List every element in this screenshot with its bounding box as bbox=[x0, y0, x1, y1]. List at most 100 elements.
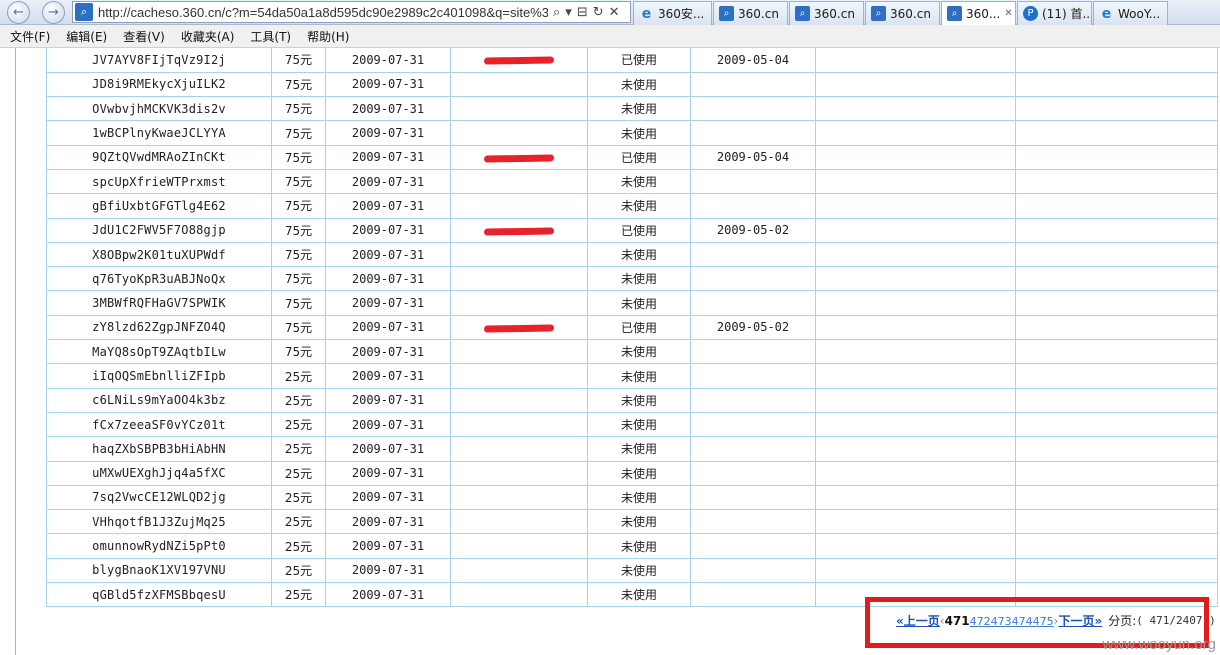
status-cell: 未使用 bbox=[587, 120, 691, 146]
status-cell: 未使用 bbox=[587, 484, 691, 511]
status-cell: 已使用 bbox=[587, 217, 691, 243]
coupon-code-cell: VHhqotfB1J3ZujMq25 bbox=[46, 509, 272, 535]
table-row: iIqOQSmEbnlliZFIpb 25元 2009-07-31 未使用 bbox=[46, 363, 1218, 389]
search-icon: ⌕ bbox=[719, 6, 734, 21]
browser-tab[interactable]: ⌕ 360.cn bbox=[789, 1, 864, 25]
coupon-code-cell: OVwbvjhMCKVK3dis2v bbox=[46, 96, 272, 122]
user-cell bbox=[450, 120, 588, 146]
price-cell: 25元 bbox=[271, 582, 326, 608]
coupon-code-cell: zY8lzd62ZgpJNFZO4Q bbox=[46, 314, 272, 341]
table-row: 3MBWfRQFHaGV7SPWIK 75元 2009-07-31 未使用 bbox=[46, 290, 1218, 316]
price-cell: 25元 bbox=[271, 387, 326, 413]
page-label: 分页: bbox=[1108, 614, 1137, 628]
price-cell: 75元 bbox=[271, 290, 326, 316]
price-cell: 25元 bbox=[271, 484, 326, 511]
page-link[interactable]: 473 bbox=[991, 615, 1012, 628]
empty-cell bbox=[815, 484, 1016, 511]
menu-bar: 文件(F) 编辑(E) 查看(V) 收藏夹(A) 工具(T) 帮助(H) bbox=[0, 25, 1220, 48]
used-date-cell bbox=[690, 582, 816, 608]
price-cell: 25元 bbox=[271, 436, 326, 462]
page-link[interactable]: 474 bbox=[1012, 615, 1033, 628]
browser-tab[interactable]: P (11) 首... bbox=[1017, 1, 1092, 25]
menu-item[interactable]: 编辑(E) bbox=[61, 28, 112, 45]
prev-page-link[interactable]: «上一页 bbox=[896, 612, 940, 629]
empty-cell bbox=[815, 168, 1016, 195]
tab-label: 360... bbox=[966, 6, 1001, 21]
coupon-code-cell: 1wBCPlnyKwaeJCLYYA bbox=[46, 120, 272, 146]
user-cell bbox=[450, 387, 588, 413]
tab-label: WooY... bbox=[1118, 6, 1161, 21]
coupon-code-cell: MaYQ8sOpT9ZAqtbILw bbox=[46, 339, 272, 365]
status-cell: 未使用 bbox=[587, 509, 691, 535]
expiry-date-cell: 2009-07-31 bbox=[325, 557, 451, 584]
coupon-code-cell: 9QZtQVwdMRAoZInCKt bbox=[46, 144, 272, 170]
table-row: JV7AYV8FIjTqVz9I2j 75元 2009-07-31 已使用 2009-0… bbox=[46, 48, 1218, 73]
empty-cell bbox=[1015, 314, 1218, 341]
page-link[interactable]: 472 bbox=[970, 615, 991, 628]
browser-tab[interactable]: ⌕ 360... ✕ bbox=[941, 1, 1016, 25]
address-dropdown-icon[interactable]: ▾ bbox=[565, 5, 572, 20]
used-date-cell: 2009-05-02 bbox=[690, 217, 816, 243]
used-date-cell bbox=[690, 71, 816, 98]
coupon-code-cell: spcUpXfrieWTPrxmst bbox=[46, 168, 272, 195]
status-cell: 未使用 bbox=[587, 363, 691, 389]
menu-item[interactable]: 工具(T) bbox=[245, 28, 296, 45]
table-row: c6LNiLs9mYaOO4k3bz 25元 2009-07-31 未使用 bbox=[46, 387, 1218, 413]
table-row: spcUpXfrieWTPrxmst 75元 2009-07-31 未使用 bbox=[46, 168, 1218, 195]
table-row: haqZXbSBPB3bHiAbHN 25元 2009-07-31 未使用 bbox=[46, 436, 1218, 462]
close-tab-icon[interactable]: ✕ bbox=[1004, 8, 1012, 19]
status-cell: 未使用 bbox=[587, 266, 691, 292]
address-search-icon[interactable]: ⌕ bbox=[553, 5, 560, 20]
browser-tab[interactable]: ⌕ 360.cn bbox=[865, 1, 940, 25]
price-cell: 75元 bbox=[271, 266, 326, 292]
expiry-date-cell: 2009-07-31 bbox=[325, 363, 451, 389]
refresh-icon[interactable]: ↻ bbox=[593, 5, 604, 20]
expiry-date-cell: 2009-07-31 bbox=[325, 387, 451, 413]
back-button[interactable]: ← bbox=[7, 1, 30, 24]
table-row: 9QZtQVwdMRAoZInCKt 75元 2009-07-31 已使用 2009-0… bbox=[46, 144, 1218, 170]
forward-button[interactable]: → bbox=[42, 1, 65, 24]
address-url[interactable]: http://cacheso.360.cn/c?m=54da50a1a8d595… bbox=[98, 5, 548, 20]
empty-cell bbox=[1015, 71, 1218, 98]
empty-cell bbox=[815, 460, 1016, 486]
coupon-table: JV7AYV8FIjTqVz9I2j 75元 2009-07-31 已使用 2009-0… bbox=[46, 48, 1218, 608]
price-cell: 75元 bbox=[271, 241, 326, 268]
status-cell: 未使用 bbox=[587, 436, 691, 462]
menu-item[interactable]: 文件(F) bbox=[5, 28, 55, 45]
browser-tab[interactable]: e WooY... bbox=[1093, 1, 1168, 25]
expiry-date-cell: 2009-07-31 bbox=[325, 314, 451, 341]
stop-icon[interactable]: ✕ bbox=[609, 5, 620, 20]
browser-tab[interactable]: e 360安... bbox=[633, 1, 712, 25]
empty-cell bbox=[815, 217, 1016, 243]
next-page-link[interactable]: 下一页» bbox=[1058, 612, 1102, 629]
used-date-cell bbox=[690, 120, 816, 146]
status-cell: 未使用 bbox=[587, 290, 691, 316]
price-cell: 75元 bbox=[271, 120, 326, 146]
status-cell: 未使用 bbox=[587, 387, 691, 413]
empty-cell bbox=[1015, 533, 1218, 559]
table-row: blygBnaoK1XV197VNU 25元 2009-07-31 未使用 bbox=[46, 557, 1218, 584]
status-cell: 未使用 bbox=[587, 193, 691, 219]
empty-cell bbox=[815, 96, 1016, 122]
status-cell: 未使用 bbox=[587, 241, 691, 268]
ie-icon: e bbox=[641, 5, 652, 22]
menu-item[interactable]: 收藏夹(A) bbox=[176, 28, 240, 45]
coupon-code-cell: 3MBWfRQFHaGV7SPWIK bbox=[46, 290, 272, 316]
address-bar[interactable]: ⌕ http://cacheso.360.cn/c?m=54da50a1a8d5… bbox=[72, 1, 631, 23]
used-date-cell bbox=[690, 168, 816, 195]
used-date-cell bbox=[690, 436, 816, 462]
expiry-date-cell: 2009-07-31 bbox=[325, 241, 451, 268]
browser-tab[interactable]: ⌕ 360.cn bbox=[713, 1, 788, 25]
compatibility-view-icon[interactable]: ⊟ bbox=[577, 5, 588, 20]
coupon-code-cell: fCx7zeeaSF0vYCz01t bbox=[46, 411, 272, 438]
page-link[interactable]: 475 bbox=[1033, 615, 1054, 628]
user-cell bbox=[450, 436, 588, 462]
empty-cell bbox=[815, 314, 1016, 341]
price-cell: 25元 bbox=[271, 557, 326, 584]
menu-item[interactable]: 查看(V) bbox=[118, 28, 170, 45]
menu-item[interactable]: 帮助(H) bbox=[302, 28, 354, 45]
table-row: uMXwUEXghJjq4a5fXC 25元 2009-07-31 未使用 bbox=[46, 460, 1218, 486]
empty-cell bbox=[815, 290, 1016, 316]
user-cell bbox=[450, 557, 588, 584]
expiry-date-cell: 2009-07-31 bbox=[325, 144, 451, 170]
